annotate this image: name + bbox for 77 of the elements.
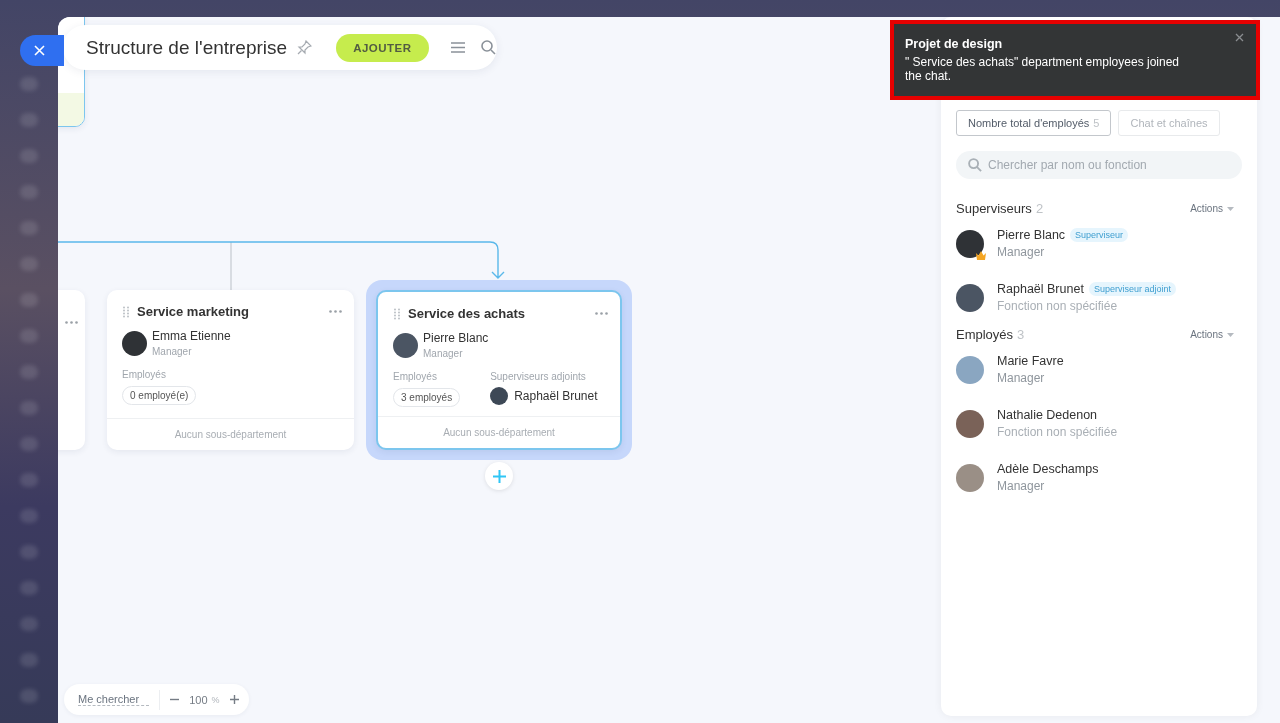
search-icon <box>968 158 982 172</box>
member-name[interactable]: Raphaël Brunet <box>997 282 1084 296</box>
dock-icon[interactable] <box>20 689 38 703</box>
member-name[interactable]: Marie Favre <box>997 354 1064 368</box>
menu-button[interactable] <box>450 42 465 53</box>
close-icon <box>33 45 45 56</box>
caret-icon <box>1227 206 1234 211</box>
dock-icon[interactable] <box>20 401 38 415</box>
employees-label: Employés <box>122 369 167 380</box>
avatar[interactable] <box>956 229 984 258</box>
dock-icon[interactable] <box>20 581 38 595</box>
dock-icon[interactable] <box>20 545 38 559</box>
avatar <box>490 387 509 405</box>
zoom-unit: % <box>211 694 220 705</box>
dock-icon[interactable] <box>20 437 38 451</box>
head-role: Manager <box>152 346 193 357</box>
drag-handle-icon[interactable] <box>123 305 129 318</box>
dock-icon[interactable] <box>20 365 38 379</box>
member-name[interactable]: Adèle Deschamps <box>997 462 1099 476</box>
member-role: Manager <box>997 479 1046 493</box>
pin-button[interactable] <box>297 40 313 55</box>
member-role: Fonction non spécifiée <box>997 425 1118 439</box>
department-card[interactable]: Service des achats Pierre Blanc Manager Employés 3 employés Superviseurs adjoints Raphaël Brunet Aucun sous-département <box>376 290 622 450</box>
plus-icon <box>229 695 239 704</box>
deputy-name: Raphaël Brunet <box>514 389 598 403</box>
department-card[interactable]: Service marketing Emma Etienne Manager Employés 0 employé(e) Aucun sous-département <box>107 290 354 450</box>
more-icon[interactable] <box>595 312 608 315</box>
deputies-label: Superviseurs adjoints <box>490 371 587 382</box>
dock-icon[interactable] <box>20 653 38 667</box>
zoom-level: 100 <box>189 693 208 706</box>
add-button[interactable]: AJOUTER <box>336 33 429 62</box>
search-field[interactable]: Chercher par nom ou fonction <box>956 151 1242 179</box>
search-icon <box>480 40 496 55</box>
head-role: Manager <box>423 348 464 359</box>
tab[interactable]: Nombre total d'employés 5 <box>956 110 1112 136</box>
department-title: Service des achats <box>408 306 527 321</box>
close-button[interactable] <box>1235 33 1244 42</box>
section-title: Superviseurs 2 <box>956 201 1044 216</box>
no-subdepartment-text: Aucun sous-département <box>378 416 620 448</box>
add-button[interactable] <box>485 462 513 490</box>
avatar <box>122 330 147 356</box>
member-name[interactable]: Pierre Blanc <box>997 228 1066 242</box>
employees-label: Employés <box>393 371 438 382</box>
member-role: Manager <box>997 371 1046 385</box>
caret-icon <box>1227 332 1234 337</box>
role-badge: Superviseur adjoint <box>1088 282 1176 296</box>
dock-icon[interactable] <box>20 473 38 487</box>
more-icon[interactable] <box>329 310 342 313</box>
head-name: Pierre Blanc <box>423 331 489 345</box>
avatar[interactable] <box>956 409 984 438</box>
page-title: Structure de l'entreprise <box>86 36 288 59</box>
department-title: Service marketing <box>137 304 250 319</box>
avatar[interactable] <box>956 283 984 312</box>
search-button[interactable] <box>480 40 496 55</box>
close-icon <box>1235 33 1244 42</box>
member-name[interactable]: Nathalie Dedenon <box>997 408 1098 422</box>
no-subdepartment-text: Aucun sous-département <box>107 418 354 450</box>
zoom-in-button[interactable] <box>229 695 239 704</box>
head-name: Emma Etienne <box>152 329 231 343</box>
dock-icon[interactable] <box>20 617 38 631</box>
section-title: Employés 3 <box>956 327 1025 342</box>
member-role: Manager <box>997 245 1046 259</box>
actions-dropdown[interactable]: Actions <box>1190 329 1234 340</box>
role-badge: Superviseur <box>1070 228 1129 242</box>
drag-handle-icon[interactable] <box>394 307 400 320</box>
close-button[interactable] <box>20 35 64 66</box>
find-me-link[interactable]: Me chercher <box>78 693 150 706</box>
plus-icon <box>492 469 506 483</box>
notification-message: " Service des achats" department employees joined the chat. <box>905 55 1180 84</box>
avatar <box>393 332 418 358</box>
actions-dropdown[interactable]: Actions <box>1190 203 1234 214</box>
dock-icon[interactable] <box>20 509 38 523</box>
notification-title: Projet de design <box>905 37 1004 51</box>
menu-icon <box>450 42 465 53</box>
more-icon[interactable] <box>65 321 78 324</box>
pin-icon <box>297 40 313 55</box>
member-role: Fonction non spécifiée <box>997 299 1119 313</box>
